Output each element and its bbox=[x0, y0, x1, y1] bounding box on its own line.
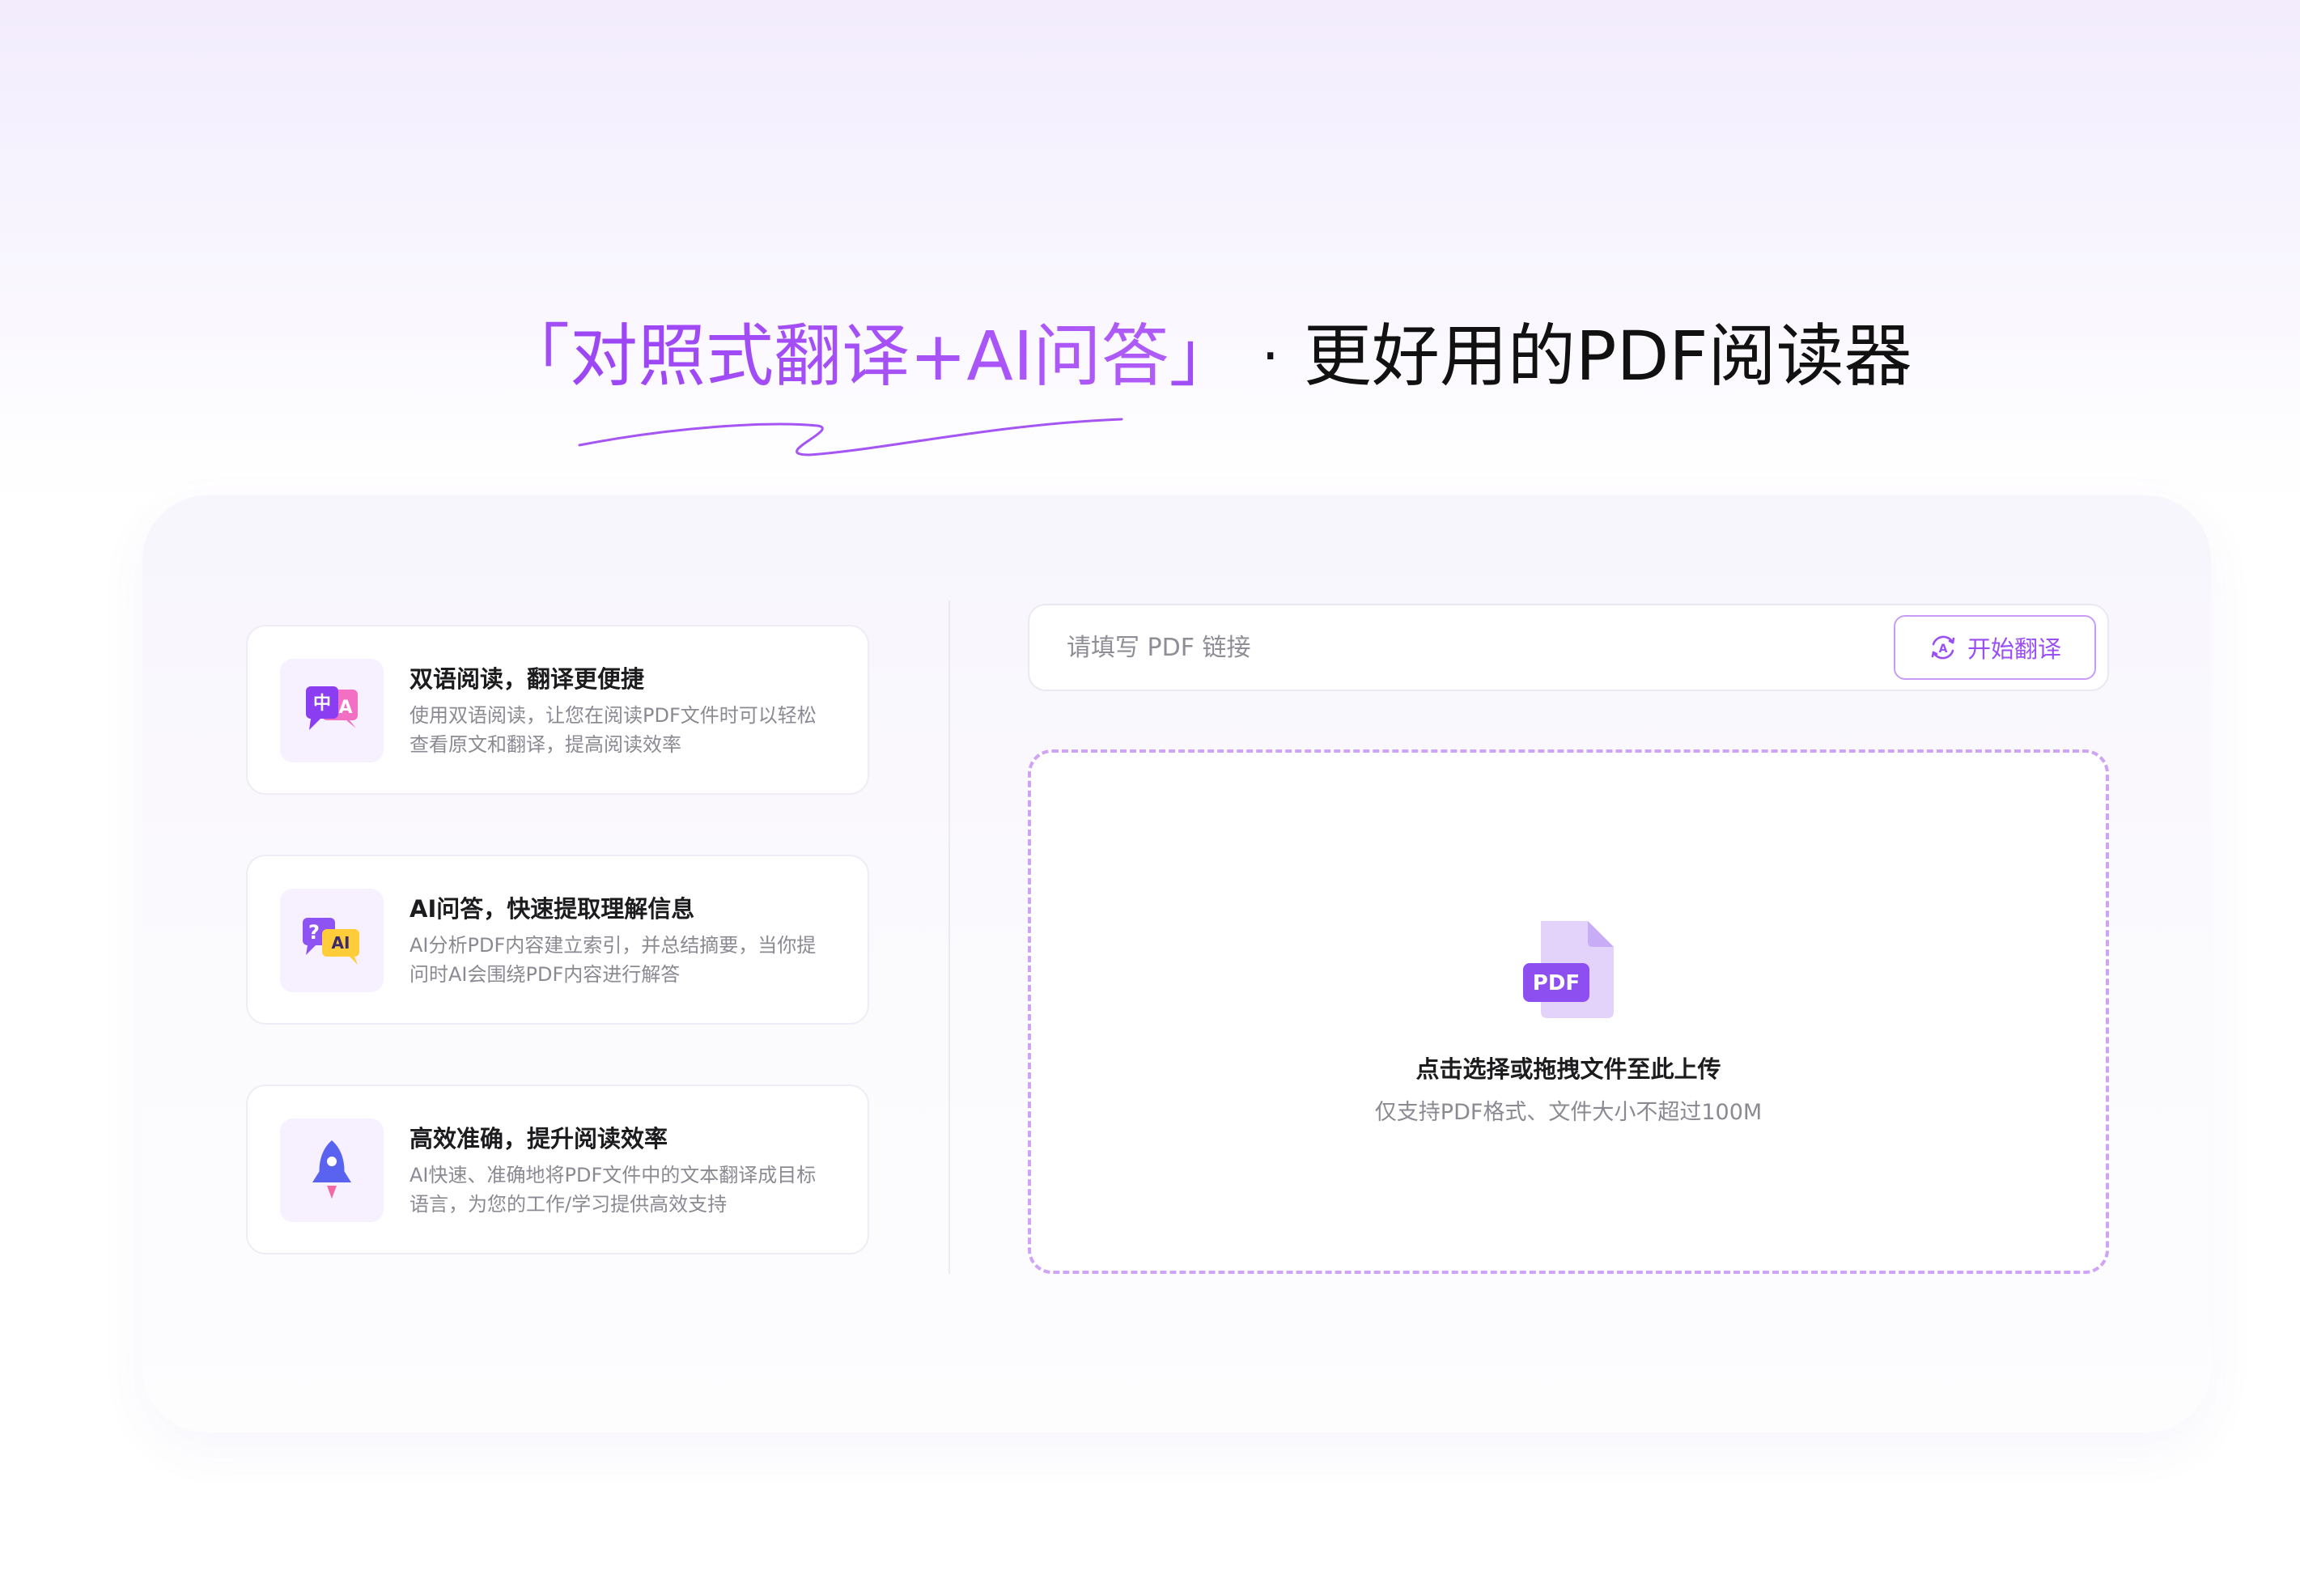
svg-text:AI: AI bbox=[332, 933, 350, 953]
svg-text:A: A bbox=[1939, 643, 1948, 656]
start-translate-label: 开始翻译 bbox=[1967, 635, 2061, 663]
hero-bracket-left: 「 bbox=[502, 316, 571, 396]
feature-title: AI问答，快速提取理解信息 bbox=[410, 895, 695, 923]
feature-title: 双语阅读，翻译更便捷 bbox=[410, 665, 645, 693]
file-dropzone[interactable]: PDF 点击选择或拖拽文件至此上传 仅支持PDF格式、文件大小不超过100M bbox=[1028, 749, 2109, 1274]
pdf-icon-label: PDF bbox=[1533, 971, 1580, 995]
hero-separator: · bbox=[1261, 323, 1279, 389]
pdf-link-input[interactable] bbox=[1029, 605, 1887, 690]
hero-main-text: 更好用的PDF阅读器 bbox=[1303, 316, 1912, 396]
translate-icon: A bbox=[1931, 635, 1955, 660]
svg-text:中: 中 bbox=[313, 694, 331, 714]
hero-title: 「 对照式翻译+AI问答 」 · 更好用的PDF阅读器 bbox=[502, 308, 1912, 456]
vertical-divider bbox=[948, 601, 950, 1274]
svg-text:?: ? bbox=[308, 921, 320, 944]
feature-description: AI快速、准确地将PDF文件中的文本翻译成目标语言，为您的工作/学习提供高效支持 bbox=[410, 1164, 817, 1216]
main-card: 中 A 双语阅读，翻译更便捷 使用双语阅读，让您在阅读PDF文件时可以轻松查看原… bbox=[142, 495, 2211, 1433]
feature-icon-box bbox=[280, 1118, 384, 1222]
dropzone-subtitle: 仅支持PDF格式、文件大小不超过100M bbox=[1374, 1100, 1763, 1125]
feature-title: 高效准确，提升阅读效率 bbox=[410, 1125, 668, 1152]
bilingual-translate-icon: 中 A bbox=[306, 686, 358, 730]
hero-accent-text: 对照式翻译+AI问答 bbox=[570, 308, 1169, 405]
rocket-icon bbox=[312, 1140, 351, 1199]
hero-title-line: 「 对照式翻译+AI问答 」 · 更好用的PDF阅读器 bbox=[502, 308, 1912, 405]
pdf-file-icon: PDF bbox=[1523, 921, 1614, 1018]
svg-text:A: A bbox=[338, 698, 352, 718]
dropzone-title: 点击选择或拖拽文件至此上传 bbox=[1415, 1055, 1721, 1083]
pdf-link-bar: A 开始翻译 bbox=[1028, 604, 2109, 691]
ai-qa-icon: ? AI bbox=[303, 918, 359, 965]
feature-icon-box: 中 A bbox=[280, 659, 384, 762]
feature-description: 使用双语阅读，让您在阅读PDF文件时可以轻松查看原文和翻译，提高阅读效率 bbox=[410, 704, 817, 756]
hero-bracket-right: 」 bbox=[1169, 316, 1237, 396]
feature-card-ai-qa: ? AI AI问答，快速提取理解信息 AI分析PDF内容建立索引，并总结摘要，当… bbox=[246, 855, 869, 1025]
feature-description: AI分析PDF内容建立索引，并总结摘要，当你提问时AI会围绕PDF内容进行解答 bbox=[410, 934, 817, 986]
hero-underline-swoosh bbox=[578, 418, 1123, 456]
feature-card-bilingual: 中 A 双语阅读，翻译更便捷 使用双语阅读，让您在阅读PDF文件时可以轻松查看原… bbox=[246, 625, 869, 795]
feature-card-efficiency: 高效准确，提升阅读效率 AI快速、准确地将PDF文件中的文本翻译成目标语言，为您… bbox=[246, 1085, 869, 1254]
start-translate-button[interactable]: A 开始翻译 bbox=[1894, 615, 2096, 680]
feature-icon-box: ? AI bbox=[280, 889, 384, 992]
